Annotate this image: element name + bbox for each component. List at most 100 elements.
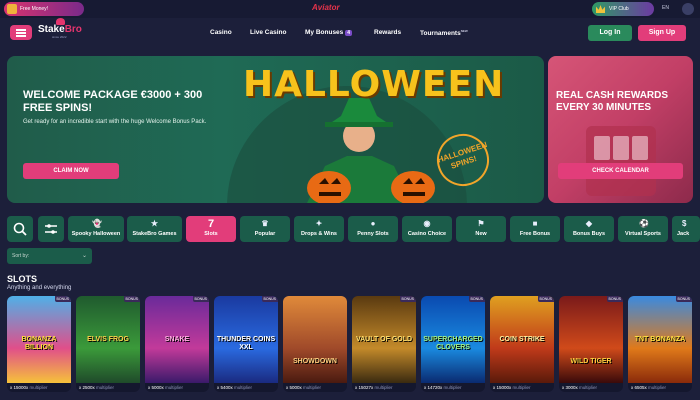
- search-icon: [13, 222, 27, 236]
- menu-button[interactable]: [10, 25, 32, 40]
- nav-live-casino[interactable]: Live Casino: [250, 29, 286, 36]
- sort-by-select[interactable]: Sort by: ⌄: [7, 248, 92, 264]
- multiplier-bar: x 15000x multiplier: [490, 383, 554, 392]
- multiplier-bar: x 5000x multiplier: [145, 383, 209, 392]
- free-money-label: Free Money!: [20, 6, 49, 12]
- category-virtual-sports[interactable]: ⚽ Virtual Sports: [618, 216, 668, 242]
- bonus-tag: BONUS: [468, 296, 485, 302]
- category-label: Penny Slots: [357, 231, 389, 237]
- bonus-tag: BONUS: [54, 296, 71, 302]
- promo-title: REAL CASH REWARDS EVERY 30 MINUTES: [556, 90, 669, 113]
- category-bonus-buys[interactable]: ◆ Bonus Buys: [564, 216, 614, 242]
- category-label: Popular: [254, 231, 276, 237]
- category-label: Jack: [677, 231, 690, 237]
- game-title: WILD TIGER: [570, 358, 612, 365]
- stakebro-logo[interactable]: StakeBro since 2022: [38, 18, 82, 39]
- category-label: New: [475, 231, 487, 237]
- game-tile-showdown[interactable]: SHOWDOWN x 5000x multiplier: [283, 296, 347, 392]
- gift-icon: ■: [532, 219, 538, 228]
- category-new[interactable]: ⚑ New: [456, 216, 506, 242]
- new-tag: NEW: [460, 29, 468, 33]
- category-popular[interactable]: ♛ Popular: [240, 216, 290, 242]
- nav-rewards[interactable]: Rewards: [374, 29, 401, 36]
- login-button[interactable]: Log In: [588, 25, 632, 41]
- search-button[interactable]: [7, 216, 33, 242]
- multiplier-bar: x 14720x multiplier: [421, 383, 485, 392]
- flag-icon: ⚑: [477, 219, 485, 228]
- game-tile-vault[interactable]: BONUS VAULT OF GOLD x 15027x multiplier: [352, 296, 416, 392]
- category-label: Slots: [204, 231, 218, 237]
- nav-tournaments[interactable]: TournamentsNEW: [420, 29, 468, 37]
- section-subtitle: Anything and everything: [7, 285, 72, 291]
- category-jackpot[interactable]: $ Jack: [672, 216, 700, 242]
- game-title: BONANZA BILLION: [21, 336, 57, 351]
- bonus-tag: BONUS: [675, 296, 692, 302]
- game-tile-thunder-coins[interactable]: BONUS THUNDER COINS XXL x 5400x multipli…: [214, 296, 278, 392]
- category-label: Bonus Buys: [572, 231, 606, 237]
- game-title: SUPERCHARGED CLOVERS: [423, 336, 483, 351]
- game-tile-coin-strike[interactable]: BONUS COIN STRIKE x 15000x multiplier: [490, 296, 554, 392]
- game-title: VAULT OF GOLD: [355, 336, 413, 343]
- section-title: SLOTS: [7, 274, 38, 284]
- ghost-icon: 👻: [92, 219, 102, 228]
- category-label: Virtual Sports: [625, 231, 661, 237]
- check-calendar-button[interactable]: CHECK CALENDAR: [558, 163, 683, 179]
- cash-rewards-banner[interactable]: REAL CASH REWARDS EVERY 30 MINUTES CHECK…: [548, 56, 693, 203]
- vip-label: VIP Club: [609, 6, 629, 12]
- bonus-tag: BONUS: [192, 296, 209, 302]
- category-free-bonus[interactable]: ■ Free Bonus: [510, 216, 560, 242]
- nav-my-bonuses[interactable]: My Bonuses 4: [305, 29, 353, 36]
- game-tile-bonanza-billion[interactable]: BONUS BONANZA BILLION x 15000x multiplie…: [7, 296, 71, 392]
- chips-icon: ◉: [423, 219, 431, 228]
- multiplier-bar: x 6505x multiplier: [628, 383, 692, 392]
- signup-button[interactable]: Sign Up: [638, 25, 686, 41]
- filter-button[interactable]: [38, 216, 64, 242]
- menu-icon-line: [16, 29, 26, 31]
- category-slots[interactable]: 7 Slots: [186, 216, 236, 242]
- category-label: StakeBro Games: [132, 231, 177, 237]
- free-money-button[interactable]: Free Money!: [4, 2, 84, 16]
- bonus-tag: BONUS: [261, 296, 278, 302]
- game-tile-elvis-frog[interactable]: BONUS ELVIS FROG x 2500x multiplier: [76, 296, 140, 392]
- game-title: SHOWDOWN: [293, 358, 337, 365]
- logo-mark-icon: [56, 18, 65, 25]
- claim-now-button[interactable]: CLAIM NOW: [23, 163, 119, 179]
- crown-icon: [596, 5, 605, 13]
- category-casino-choice[interactable]: ◉ Casino Choice: [402, 216, 452, 242]
- bonus-tag: BONUS: [606, 296, 623, 302]
- category-penny-slots[interactable]: ● Penny Slots: [348, 216, 398, 242]
- bonus-count-badge: 4: [345, 30, 353, 36]
- category-bar: 👻 Spooky Halloween ★ StakeBro Games 7 Sl…: [7, 216, 700, 242]
- nav-casino[interactable]: Casino: [210, 29, 232, 36]
- bonus-tag: BONUS: [537, 296, 554, 302]
- vip-club-button[interactable]: VIP Club: [592, 2, 654, 16]
- game-tile-supercharged-clovers[interactable]: BONUS SUPERCHARGED CLOVERS x 14720x mult…: [421, 296, 485, 392]
- game-art: [283, 296, 347, 383]
- jackpot-icon: $: [682, 219, 687, 228]
- category-stakebro-games[interactable]: ★ StakeBro Games: [127, 216, 182, 242]
- halloween-artwork-text: HALLOWEEN: [243, 64, 505, 105]
- hero-title: WELCOME PACKAGE €3000 + 300 FREE SPINS!: [23, 89, 203, 114]
- game-tile-wild-tiger[interactable]: BONUS WILD TIGER x 3000x multiplier: [559, 296, 623, 392]
- language-selector[interactable]: EN: [662, 5, 669, 11]
- category-spooky-halloween[interactable]: 👻 Spooky Halloween: [68, 216, 124, 242]
- game-tile-tnt-bonanza[interactable]: BONUS TNT BONANZA x 6505x multiplier: [628, 296, 692, 392]
- ball-icon: ⚽: [639, 219, 649, 228]
- multiplier-bar: x 2500x multiplier: [76, 383, 140, 392]
- category-drops-wins[interactable]: ✦ Drops & Wins: [294, 216, 344, 242]
- category-label: Free Bonus: [519, 231, 551, 237]
- user-icon[interactable]: [682, 3, 694, 15]
- nav-tournaments-label: Tournaments: [420, 30, 461, 38]
- aviator-logo[interactable]: Aviator: [312, 3, 340, 12]
- category-label: Spooky Halloween: [71, 231, 121, 237]
- logo-word: StakeBro: [38, 24, 82, 35]
- logo-tagline: since 2022: [52, 35, 67, 39]
- gift-icon: [7, 4, 17, 14]
- multiplier-bar: x 3000x multiplier: [559, 383, 623, 392]
- multiplier-bar: x 15027x multiplier: [352, 383, 416, 392]
- main-navbar: StakeBro since 2022 Casino Live Casino M…: [0, 18, 700, 52]
- welcome-banner[interactable]: HALLOWEEN HALLOWEEN SPINS! WELCOME PACKA…: [7, 56, 544, 203]
- filter-icon: [45, 224, 57, 234]
- bonus-tag: BONUS: [399, 296, 416, 302]
- game-tile-snake[interactable]: BONUS SNAKE x 5000x multiplier: [145, 296, 209, 392]
